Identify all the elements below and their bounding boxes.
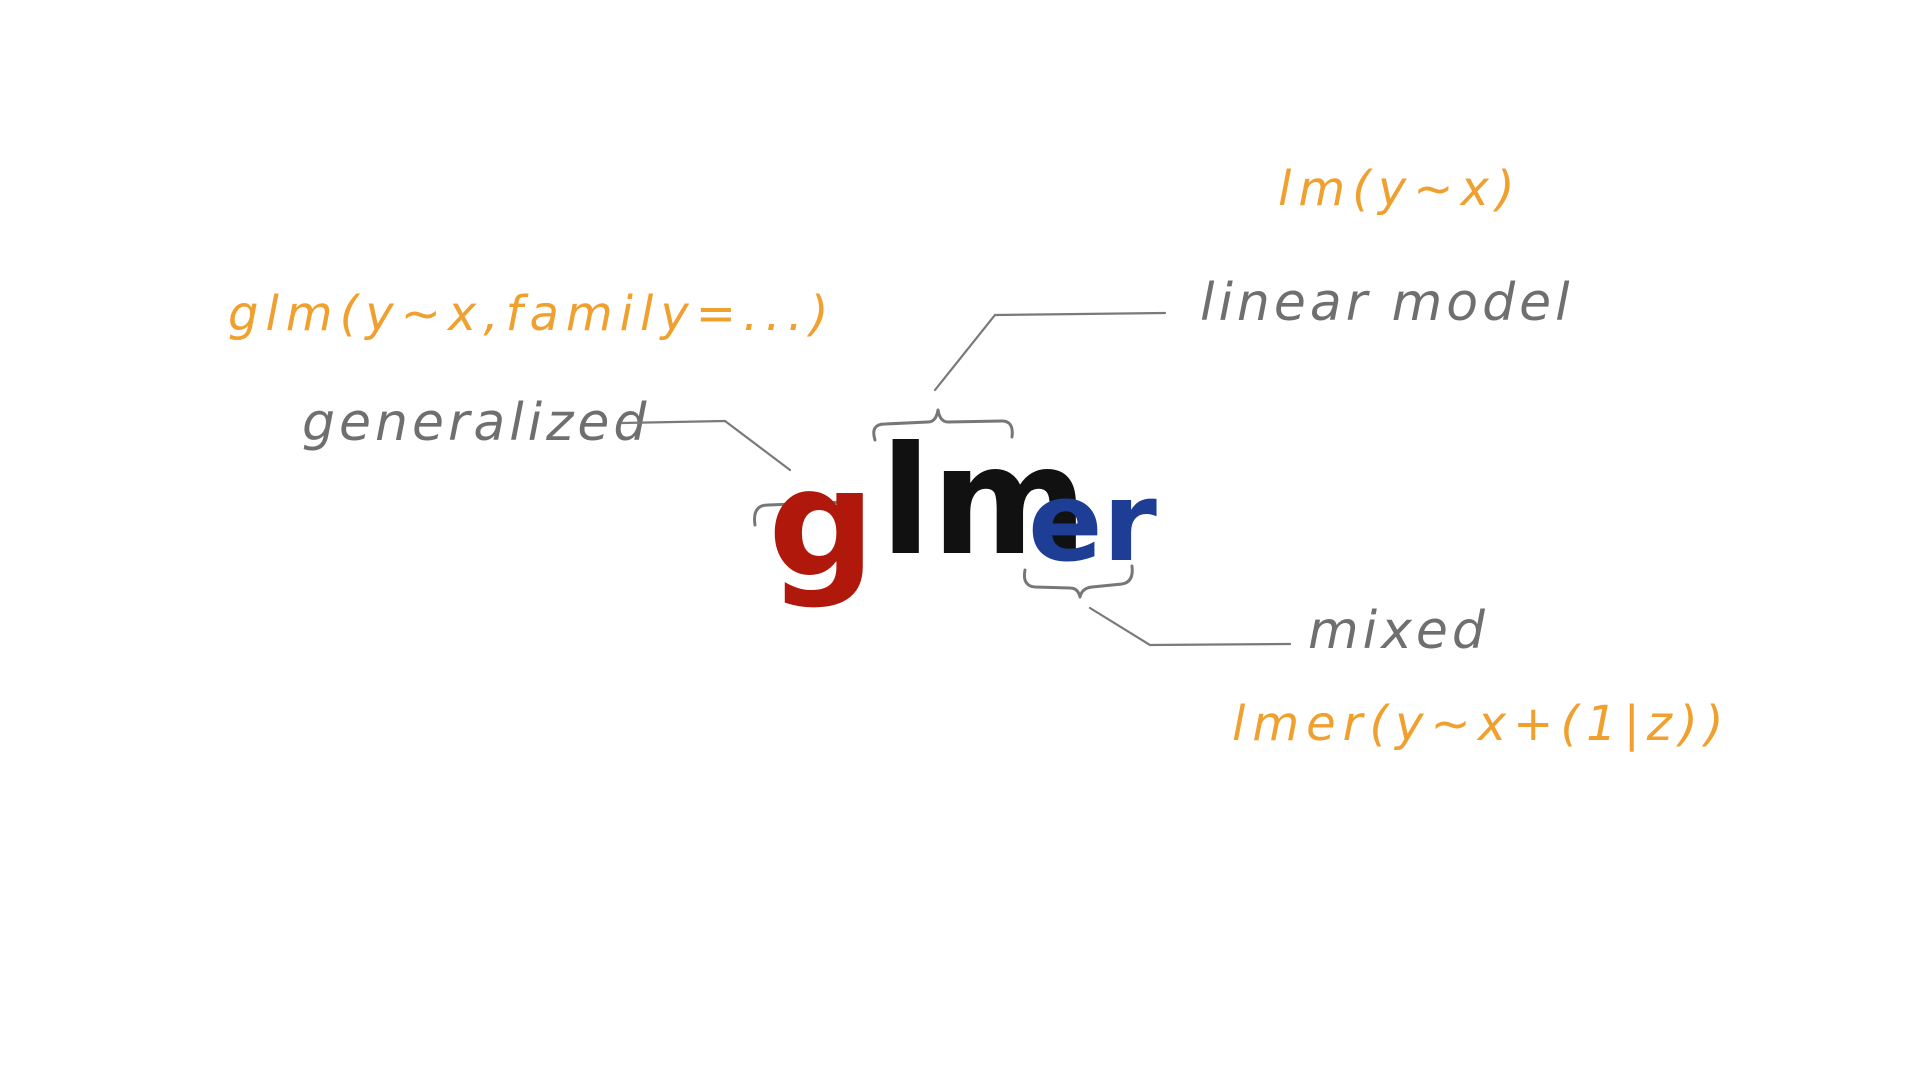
lmer-code: lmer(y~x+(1|z)) (1232, 696, 1730, 752)
mixed-label: mixed (1308, 601, 1489, 661)
letters-er: er (1028, 458, 1157, 586)
linear-model-label: linear model (1200, 273, 1574, 333)
glmer-diagram: lm(y~x) glm(y~x,family=...) lmer(y~x+(1|… (228, 161, 1730, 752)
mixed-connector (1088, 606, 1292, 647)
generalized-label: generalized (302, 393, 650, 453)
glm-code: glm(y~x,family=...) (228, 286, 835, 342)
letter-g: g (768, 437, 875, 611)
linear-model-connector (933, 311, 1167, 392)
lm-code: lm(y~x) (1278, 161, 1522, 217)
